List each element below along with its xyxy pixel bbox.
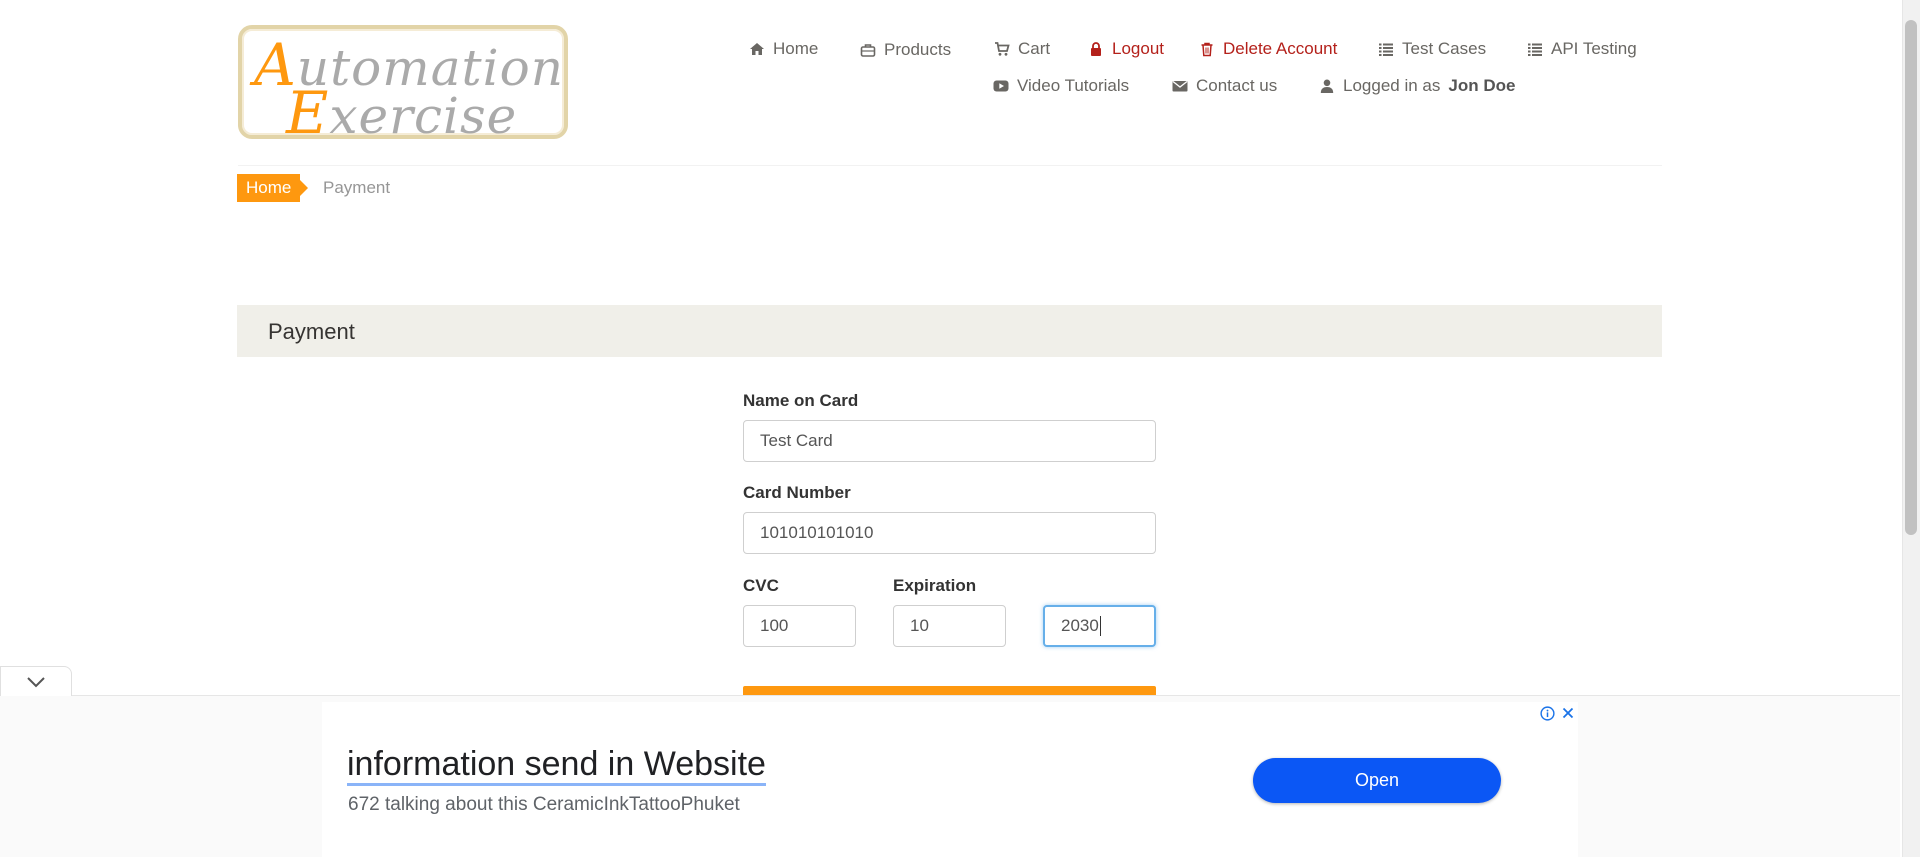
home-icon	[750, 43, 764, 55]
youtube-icon	[993, 80, 1009, 92]
cart-icon	[995, 42, 1010, 56]
name-on-card-value: Test Card	[760, 431, 833, 450]
nav-video-tutorials-label: Video Tutorials	[1017, 76, 1130, 95]
site-logo[interactable]: Automation Exercise	[238, 25, 568, 147]
ad-subtitle: 672 talking about this CeramicInkTattooP…	[348, 794, 740, 815]
ad-title[interactable]: information send in Website	[347, 745, 766, 786]
breadcrumb-current: Payment	[323, 178, 391, 197]
envelope-icon	[1172, 80, 1188, 92]
cvc-label: CVC	[743, 576, 779, 595]
nav-products[interactable]: Products	[860, 40, 951, 60]
lock-icon	[1091, 42, 1101, 56]
nav-home-label: Home	[773, 39, 819, 58]
nav-cart-label: Cart	[1018, 39, 1051, 58]
expiry-year-value: 2030	[1061, 616, 1099, 635]
list-icon	[1379, 43, 1393, 56]
nav-contact-us-label: Contact us	[1196, 76, 1278, 95]
list-icon	[1528, 43, 1542, 56]
nav-video-tutorials[interactable]: Video Tutorials	[993, 76, 1129, 96]
section-header: Payment	[237, 305, 1662, 357]
nav-api-testing-label: API Testing	[1551, 39, 1637, 58]
logo-text-2: xercise	[329, 87, 518, 145]
nav-cart[interactable]: Cart	[994, 39, 1050, 59]
logged-in-username: Jon Doe	[1448, 76, 1516, 95]
ad-close-icon[interactable]	[1560, 705, 1576, 721]
expiration-label: Expiration	[893, 576, 977, 595]
nav-delete-account[interactable]: Delete Account	[1199, 39, 1337, 59]
text-cursor	[1099, 616, 1101, 636]
scrollbar-thumb[interactable]	[1905, 20, 1917, 535]
nav-api-testing[interactable]: API Testing	[1527, 39, 1637, 59]
header-divider	[238, 165, 1662, 166]
expiry-year-input[interactable]: 2030	[1043, 605, 1156, 647]
chevron-down-icon	[27, 676, 45, 687]
nav-logout[interactable]: Logout	[1088, 39, 1164, 59]
scrollbar[interactable]	[1902, 0, 1920, 857]
nav-delete-account-label: Delete Account	[1223, 39, 1338, 58]
nav-logout-label: Logout	[1112, 39, 1164, 58]
expiry-month-value: 10	[910, 616, 929, 635]
logo-letter-e: E	[286, 79, 330, 147]
ad-open-button[interactable]: Open	[1253, 758, 1501, 803]
logged-in-status: Logged in as Jon Doe	[1319, 76, 1515, 96]
nav-test-cases-label: Test Cases	[1402, 39, 1487, 58]
briefcase-icon	[860, 44, 876, 57]
page: Automation Exercise Home Products Cart L…	[0, 0, 1920, 857]
logged-in-prefix: Logged in as	[1343, 76, 1441, 95]
card-number-value: 101010101010	[760, 523, 874, 542]
cvc-value: 100	[760, 616, 789, 635]
name-on-card-label: Name on Card	[743, 391, 859, 410]
nav-products-label: Products	[884, 40, 952, 59]
breadcrumb-home[interactable]: Home	[237, 174, 309, 202]
trash-icon	[1201, 42, 1213, 57]
card-number-label: Card Number	[743, 483, 851, 502]
name-on-card-input[interactable]: Test Card	[743, 420, 1156, 462]
card-number-input[interactable]: 101010101010	[743, 512, 1156, 554]
expiry-month-input[interactable]: 10	[893, 605, 1006, 647]
nav-test-cases[interactable]: Test Cases	[1378, 39, 1486, 59]
user-icon	[1320, 79, 1334, 93]
ad-info-icon[interactable]	[1540, 706, 1555, 721]
section-title: Payment	[268, 319, 355, 344]
nav-home[interactable]: Home	[749, 39, 818, 59]
cvc-input[interactable]: 100	[743, 605, 856, 647]
ad-collapse-toggle[interactable]	[0, 666, 72, 696]
nav-contact-us[interactable]: Contact us	[1172, 76, 1277, 96]
